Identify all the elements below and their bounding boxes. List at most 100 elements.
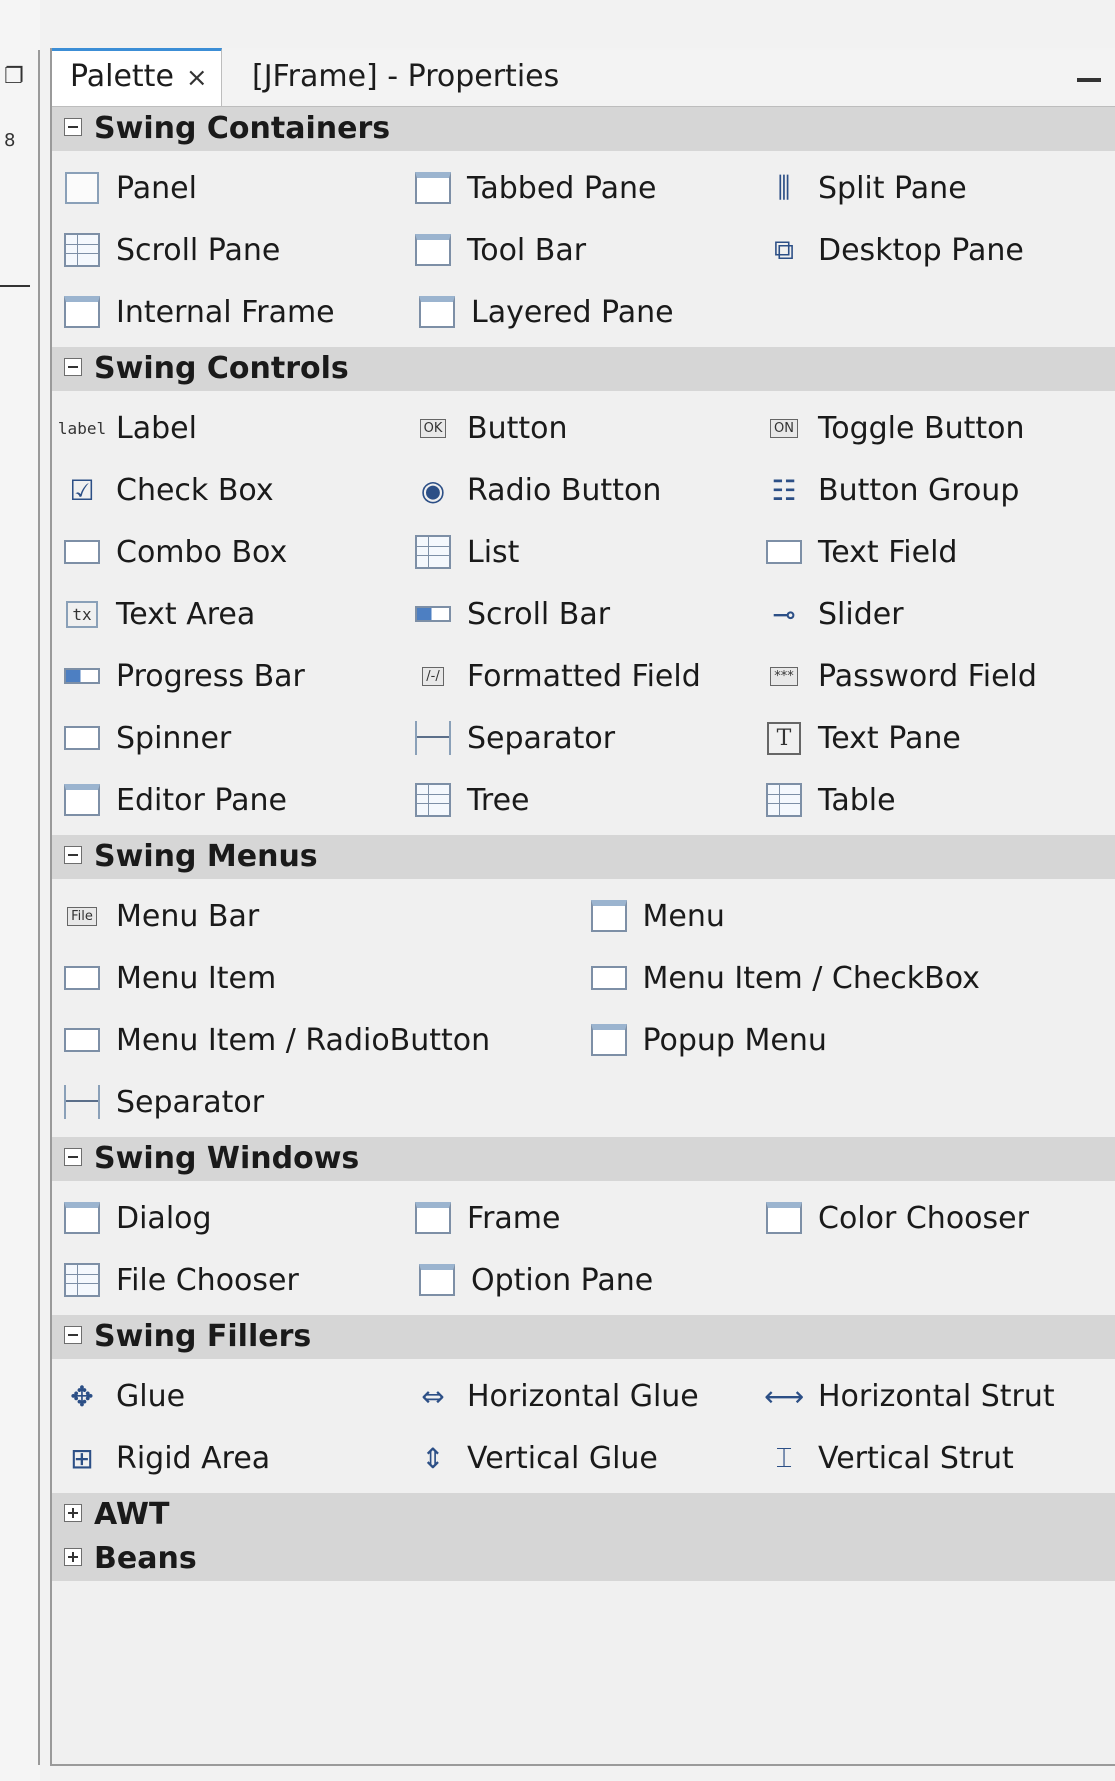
category-header[interactable]: Beans bbox=[52, 1537, 1115, 1581]
palette-item[interactable]: Scroll Pane bbox=[62, 219, 413, 281]
collapse-icon[interactable] bbox=[64, 357, 82, 376]
palette-item[interactable]: Color Chooser bbox=[764, 1187, 1115, 1249]
category-items: ✥ Glue ⇔ Horizontal Glue ⟷ Horizontal Strut ⊞ R… bbox=[52, 1359, 1115, 1493]
option-pane-icon-shape bbox=[419, 1264, 455, 1296]
text-pane-icon: T bbox=[764, 718, 804, 758]
desktop-pane-icon-shape: ⧉ bbox=[774, 233, 794, 266]
horizontal-glue-icon: ⇔ bbox=[413, 1376, 453, 1416]
palette-item[interactable]: T Text Pane bbox=[764, 707, 1115, 769]
category-header[interactable]: Swing Fillers bbox=[52, 1315, 1115, 1359]
palette-item[interactable]: File Menu Bar bbox=[62, 885, 589, 947]
palette-item[interactable]: Panel bbox=[62, 157, 413, 219]
palette-item[interactable]: Text Field bbox=[764, 521, 1115, 583]
palette-item[interactable]: Separator bbox=[62, 1071, 594, 1133]
palette-item[interactable]: ⊸ Slider bbox=[764, 583, 1115, 645]
palette-item[interactable]: Menu Item / CheckBox bbox=[589, 947, 1115, 1009]
palette-item[interactable]: Scroll Bar bbox=[413, 583, 764, 645]
palette-item-label: Color Chooser bbox=[818, 1200, 1029, 1236]
category-header[interactable]: Swing Controls bbox=[52, 347, 1115, 391]
palette-item[interactable]: Table bbox=[764, 769, 1115, 831]
palette-item[interactable]: Menu bbox=[589, 885, 1115, 947]
palette-item[interactable]: Separator bbox=[413, 707, 764, 769]
palette-item[interactable]: ⧉ Desktop Pane bbox=[764, 219, 1115, 281]
category-label: Beans bbox=[94, 1541, 197, 1576]
expand-icon[interactable] bbox=[64, 1503, 82, 1522]
palette-item[interactable]: ☷ Button Group bbox=[764, 459, 1115, 521]
collapse-icon[interactable] bbox=[64, 117, 82, 136]
palette-item[interactable]: label Label bbox=[58, 397, 413, 459]
palette-item[interactable]: Spinner bbox=[62, 707, 413, 769]
palette-item[interactable]: ⟷ Horizontal Strut bbox=[764, 1365, 1115, 1427]
minimize-icon[interactable] bbox=[1077, 78, 1101, 82]
palette-item-label: Glue bbox=[116, 1378, 186, 1414]
palette-item[interactable]: ⇔ Horizontal Glue bbox=[413, 1365, 764, 1427]
scroll-pane-icon-shape bbox=[64, 233, 100, 267]
frame-icon bbox=[413, 1198, 453, 1238]
palette-item-label: File Chooser bbox=[116, 1262, 299, 1298]
palette-item-label: Horizontal Strut bbox=[818, 1378, 1055, 1414]
collapse-icon[interactable] bbox=[64, 1147, 82, 1166]
palette-item[interactable]: Menu Item bbox=[62, 947, 589, 1009]
palette-item-label: Menu bbox=[642, 898, 725, 934]
palette-item[interactable]: Dialog bbox=[62, 1187, 413, 1249]
category-label: Swing Controls bbox=[94, 351, 349, 386]
restore-window-icon[interactable]: ❐ bbox=[4, 64, 24, 89]
palette-item[interactable]: ⌶ Vertical Strut bbox=[764, 1427, 1115, 1489]
tree-icon bbox=[413, 780, 453, 820]
category-header[interactable]: Swing Containers bbox=[52, 107, 1115, 151]
palette-item[interactable]: ◉ Radio Button bbox=[413, 459, 764, 521]
category-header[interactable]: Swing Menus bbox=[52, 835, 1115, 879]
palette-item[interactable]: Frame bbox=[413, 1187, 764, 1249]
category-header[interactable]: Swing Windows bbox=[52, 1137, 1115, 1181]
palette-item-label: Vertical Glue bbox=[467, 1440, 658, 1476]
palette-item[interactable]: Option Pane bbox=[417, 1249, 772, 1311]
category-label: AWT bbox=[94, 1497, 170, 1532]
palette-row: Menu Item Menu Item / CheckBox bbox=[52, 947, 1115, 1009]
palette-item[interactable]: File Chooser bbox=[62, 1249, 417, 1311]
palette-item[interactable]: Layered Pane bbox=[417, 281, 772, 343]
palette-item[interactable]: List bbox=[413, 521, 764, 583]
palette-row: Dialog Frame Color Chooser bbox=[52, 1187, 1115, 1249]
tab-palette[interactable]: Palette × bbox=[52, 48, 222, 106]
palette-item[interactable]: Internal Frame bbox=[62, 281, 417, 343]
menu-icon bbox=[589, 896, 629, 936]
palette-item-label: Menu Bar bbox=[116, 898, 260, 934]
palette-item[interactable]: Popup Menu bbox=[589, 1009, 1115, 1071]
palette-item[interactable]: Combo Box bbox=[62, 521, 413, 583]
palette-item[interactable]: /-/ Formatted Field bbox=[413, 645, 764, 707]
palette-item[interactable]: tx Text Area bbox=[62, 583, 413, 645]
category-label: Swing Menus bbox=[94, 839, 318, 874]
palette-item-label: Rigid Area bbox=[116, 1440, 271, 1476]
palette-item-label: Label bbox=[116, 410, 197, 446]
text-field-icon-shape bbox=[766, 540, 802, 564]
check-box-icon-shape: ☑ bbox=[69, 473, 95, 507]
palette-row: Separator bbox=[52, 1071, 1115, 1133]
palette-item[interactable]: OK Button bbox=[413, 397, 764, 459]
palette-item[interactable]: ON Toggle Button bbox=[764, 397, 1115, 459]
palette-item[interactable]: *** Password Field bbox=[764, 645, 1115, 707]
palette-item-label: Tree bbox=[467, 782, 530, 818]
menu-icon-shape bbox=[590, 900, 627, 932]
palette-item[interactable]: Tool Bar bbox=[413, 219, 764, 281]
tab-properties[interactable]: [JFrame] - Properties bbox=[252, 48, 559, 106]
palette-item[interactable]: ☑ Check Box bbox=[62, 459, 413, 521]
collapse-icon[interactable] bbox=[64, 1325, 82, 1344]
palette-item[interactable]: Tree bbox=[413, 769, 764, 831]
palette-item[interactable]: Editor Pane bbox=[62, 769, 413, 831]
palette-item[interactable]: Tabbed Pane bbox=[413, 157, 764, 219]
palette-item[interactable]: Menu Item / RadioButton bbox=[62, 1009, 589, 1071]
palette-content: Swing Containers Panel Tabbed Pane ⫼ Split P… bbox=[52, 107, 1115, 1581]
palette-item[interactable]: ✥ Glue bbox=[62, 1365, 413, 1427]
palette-item[interactable]: ⊞ Rigid Area bbox=[62, 1427, 413, 1489]
palette-item[interactable]: ⇕ Vertical Glue bbox=[413, 1427, 764, 1489]
horizontal-strut-icon: ⟷ bbox=[764, 1376, 804, 1416]
table-icon-shape bbox=[766, 783, 802, 817]
palette-item[interactable]: Progress Bar bbox=[62, 645, 413, 707]
collapse-icon[interactable] bbox=[64, 845, 82, 864]
category-header[interactable]: AWT bbox=[52, 1493, 1115, 1537]
palette-row: label Label OK Button ON Toggle Button bbox=[52, 397, 1115, 459]
menu-item-radiobutton-icon-shape bbox=[64, 1028, 100, 1052]
palette-item[interactable]: ⫼ Split Pane bbox=[764, 157, 1115, 219]
close-icon[interactable]: × bbox=[186, 63, 208, 93]
expand-icon[interactable] bbox=[64, 1547, 82, 1566]
